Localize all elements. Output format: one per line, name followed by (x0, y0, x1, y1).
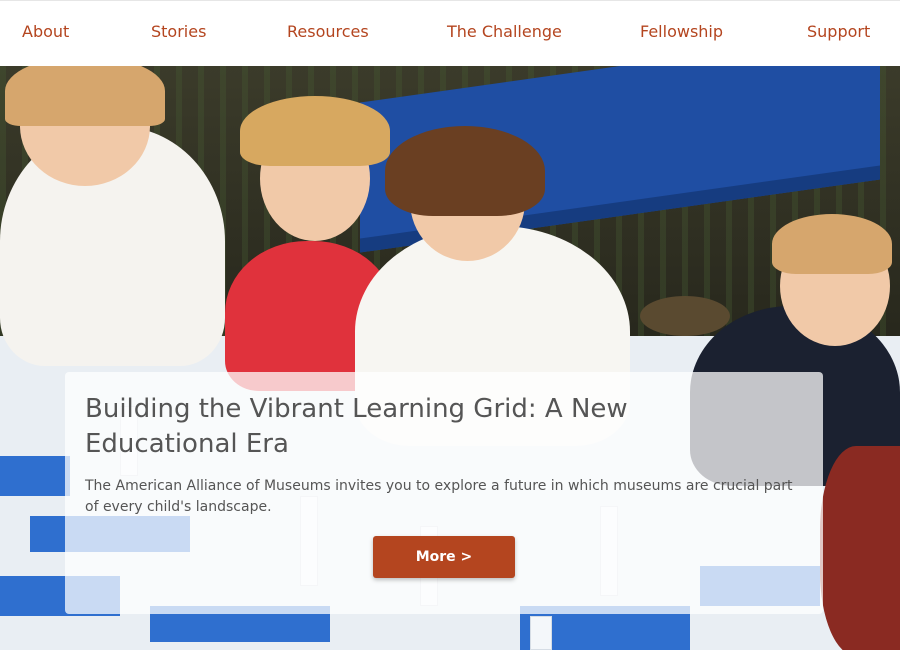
hero-title: Building the Vibrant Learning Grid: A Ne… (85, 394, 628, 459)
top-navigation: About Stories Resources The Challenge Fe… (0, 0, 900, 66)
white-pillar (530, 616, 552, 650)
blue-block (0, 456, 70, 496)
child-hair (240, 96, 390, 166)
child-red-hair (820, 446, 900, 650)
more-button[interactable]: More > (373, 536, 515, 578)
nav-link-the-challenge[interactable]: The Challenge (447, 21, 562, 43)
hero-description: The American Alliance of Museums invites… (85, 478, 793, 515)
nav-link-resources[interactable]: Resources (287, 21, 369, 43)
child-hair (772, 214, 892, 274)
nav-link-support[interactable]: Support (807, 21, 870, 43)
child-hair (385, 126, 545, 216)
hero-card: Building the Vibrant Learning Grid: A Ne… (65, 372, 823, 614)
nav-link-about[interactable]: About (22, 21, 69, 43)
nav-link-fellowship[interactable]: Fellowship (640, 21, 723, 43)
nav-link-stories[interactable]: Stories (151, 21, 206, 43)
child-hair (5, 66, 165, 126)
cushion (640, 296, 730, 336)
